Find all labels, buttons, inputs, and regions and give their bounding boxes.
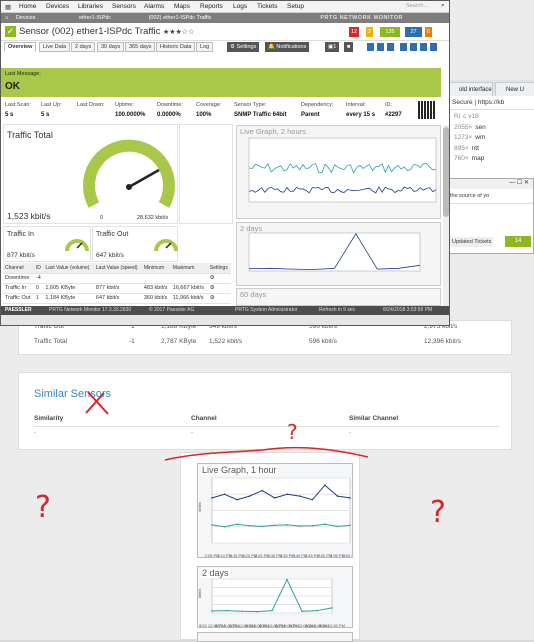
search-icon[interactable]: ⌕ [441, 2, 445, 10]
message-label: Last Message: [5, 71, 41, 77]
status-ok-icon: ✓ [5, 26, 16, 37]
nav-maps[interactable]: Maps [174, 3, 190, 10]
badge-up[interactable]: 135 [380, 27, 400, 37]
nav-reports[interactable]: Reports [200, 3, 223, 10]
two-day-graph-small-svg [248, 232, 421, 272]
traffic-out-panel: Traffic Out 647 kbit/s [92, 226, 178, 262]
crumb-item[interactable]: (002) ether1-ISPdc Traffic [149, 15, 212, 21]
badge-paused[interactable]: 27 [405, 27, 422, 37]
plot-area [248, 232, 421, 272]
live-graph-2h[interactable]: Live Graph, 2 hours [236, 125, 441, 219]
table-header: Channel ID Last Value (volume) Last Value (… [3, 263, 231, 274]
action-icon[interactable] [419, 42, 428, 52]
crumb-item[interactable]: ether1-ISPdc [79, 15, 111, 21]
nav-tickets[interactable]: Tickets [257, 3, 277, 10]
settings-button[interactable]: ⚙ Settings [227, 42, 260, 52]
refresh-link[interactable]: Refresh in 9 sec [319, 306, 355, 315]
traffic-out-gauge [154, 239, 178, 252]
traffic-total-gauge [83, 139, 175, 208]
tab-2-days[interactable]: 2 days [71, 42, 96, 52]
nav-icon[interactable]: ▦ [5, 3, 11, 11]
sixty-day-graph[interactable]: 60 days [236, 288, 441, 306]
tab-log[interactable]: Log [196, 42, 214, 52]
nav-sensors[interactable]: Sensors [112, 3, 136, 10]
channels-table: Channel ID Last Value (volume) Last Value (… [3, 263, 231, 304]
spacer-panel [179, 124, 233, 224]
nav-setup[interactable]: Setup [287, 3, 304, 10]
tab-historic-data[interactable]: Historic Data [156, 42, 196, 52]
prtg-window: ▦ Home Devices Libraries Sensors Alarms … [0, 0, 450, 326]
gear-icon: ⚙ [207, 283, 231, 294]
search-input[interactable]: Search... [406, 3, 428, 9]
status-message-bar: Last Message: OK [1, 68, 441, 97]
scrollbar[interactable] [443, 125, 449, 306]
tool-icon[interactable]: ■ [344, 42, 354, 52]
table-row[interactable]: Traffic Out 1 1,184 KByte 647 kbit/s 360 kbi… [3, 293, 231, 304]
badge-warning[interactable]: 2 [366, 27, 374, 37]
nav-alarms[interactable]: Alarms [144, 3, 164, 10]
page-title: Sensor (002) ether1-ISPdc Traffic [19, 26, 161, 37]
window-bottom [1, 315, 449, 325]
table-row[interactable]: Downtime -4 ⚙ [3, 273, 231, 284]
tool-icon[interactable]: ▣1 [325, 42, 340, 52]
title-bar: ✓ Sensor (002) ether1-ISPdc Traffic ★★★☆… [1, 23, 449, 41]
nav-home[interactable]: Home [19, 3, 36, 10]
tab-live-data[interactable]: Live Data [39, 42, 71, 52]
stars-rating[interactable]: ★★★☆☆ [163, 29, 194, 36]
action-icon[interactable] [429, 42, 438, 52]
question-mark: ? [430, 495, 446, 530]
gauge-title: Traffic Total [7, 130, 53, 140]
badge-unusual[interactable]: 6 [425, 27, 433, 37]
brand-logo: PRTG NETWORK MONITOR [320, 15, 403, 21]
action-icon[interactable] [376, 42, 385, 52]
tab-bar: Overview Live Data 2 days 30 days 365 da… [1, 42, 449, 53]
action-icon[interactable] [409, 42, 418, 52]
main-nav: ▦ Home Devices Libraries Sensors Alarms … [1, 1, 449, 13]
nav-libraries[interactable]: Libraries [78, 3, 103, 10]
action-icon[interactable] [386, 42, 395, 52]
gear-icon: ⚙ [207, 273, 231, 284]
question-mark: ? [287, 420, 298, 444]
footer: PAESSLER PRTG Network Monitor 17.3.33.28… [1, 306, 449, 315]
gauge-value: 1,523 kbit/s [7, 211, 51, 221]
two-day-graph[interactable]: 2 days [236, 222, 441, 286]
nav-logs[interactable]: Logs [233, 3, 247, 10]
breadcrumb: ⌂ Devices ether1-ISPdc (002) ether1-ISPd… [1, 13, 449, 23]
live-graph-small-svg [248, 137, 437, 203]
home-icon[interactable]: ⌂ [5, 15, 8, 21]
traffic-in-gauge [65, 239, 89, 252]
nav-devices[interactable]: Devices [46, 3, 69, 10]
tab-365-days[interactable]: 365 days [125, 42, 156, 52]
message-value: OK [5, 81, 20, 92]
tab-30-days[interactable]: 30 days [97, 42, 125, 52]
badge-down[interactable]: 12 [349, 27, 360, 37]
gear-icon: ⚙ [207, 293, 231, 304]
question-mark: ? [35, 490, 51, 525]
table-row[interactable]: Traffic In 0 1,605 KByte 877 kbit/s 483 kbit… [3, 283, 231, 294]
notifications-button[interactable]: 🔔 Notifications [265, 42, 310, 52]
traffic-in-panel: Traffic In 877 kbit/s [3, 226, 91, 262]
action-icon[interactable] [399, 42, 408, 52]
action-icon[interactable] [366, 42, 375, 52]
qr-code [418, 101, 436, 119]
sensor-stats: Last Scan: 5 s Last Up: 5 s Last Down: Upt… [5, 102, 402, 118]
tab-overview[interactable]: Overview [4, 42, 37, 52]
traffic-total-panel: Traffic Total 1,523 kbit/s 0 28,632 kbit… [3, 124, 178, 224]
crumb-item[interactable]: Devices [16, 15, 36, 21]
